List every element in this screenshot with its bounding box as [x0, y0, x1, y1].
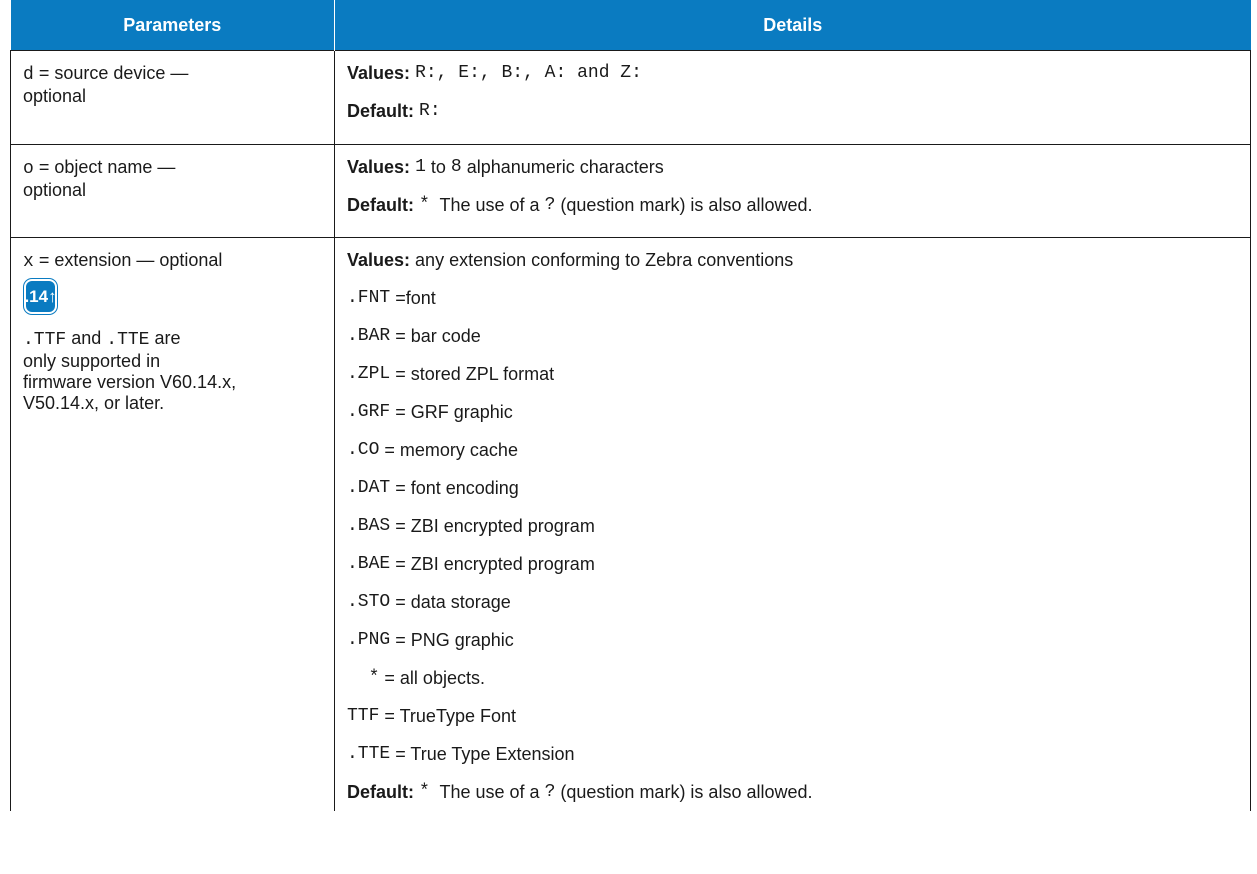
version-note: .TTF and .TTE are only supported in firm…	[23, 328, 324, 414]
extension-item: .BAE = ZBI encrypted program	[347, 545, 1240, 583]
extension-desc: = all objects.	[379, 667, 485, 688]
header-parameters: Parameters	[10, 0, 335, 51]
extension-code: .STO	[347, 591, 391, 612]
extension-item: .BAR = bar code	[347, 317, 1240, 355]
note-text-1: are	[149, 328, 181, 348]
values-line: Values: R:, E:, B:, A: and Z:	[347, 54, 1240, 92]
extension-desc: = True Type Extension	[390, 743, 575, 764]
default-text: The use of a	[429, 781, 545, 802]
values-label: Values:	[347, 249, 411, 270]
extension-desc: = bar code	[390, 325, 481, 346]
extension-item: .BAS = ZBI encrypted program	[347, 507, 1240, 545]
note-and: and	[66, 328, 107, 348]
extension-desc: = data storage	[390, 591, 511, 612]
param-code: o	[23, 159, 34, 179]
details-cell-x: Values: any extension conforming to Zebr…	[334, 237, 1251, 811]
param-code: x	[23, 252, 34, 272]
extension-item: * = all objects.	[347, 659, 1240, 697]
table-row: o = object name — optional Values: 1 to …	[10, 144, 1251, 238]
extension-item: .STO = data storage	[347, 583, 1240, 621]
extension-item: .PNG = PNG graphic	[347, 621, 1240, 659]
values-min: 1	[415, 156, 426, 177]
table-row: x = extension — optional .14↑ .TTF and .…	[10, 237, 1251, 811]
values-to: to	[425, 156, 451, 177]
extension-code: .GRF	[347, 401, 391, 422]
extension-code: .CO	[347, 439, 380, 460]
default-label: Default:	[347, 781, 414, 802]
note-code-ttf: .TTF	[23, 330, 67, 350]
values-text: any extension conforming to Zebra conven…	[410, 249, 794, 270]
default-text: The use of a	[429, 194, 545, 215]
values-desc: alphanumeric characters	[461, 156, 664, 177]
extension-desc: = TrueType Font	[379, 705, 516, 726]
extension-code: .BAE	[347, 553, 391, 574]
param-text: = source device —	[33, 63, 189, 83]
extension-code: .PNG	[347, 629, 391, 650]
extension-item: .DAT = font encoding	[347, 469, 1240, 507]
extension-code: TTF	[347, 705, 380, 726]
default-code: R:	[419, 100, 441, 121]
default-label: Default:	[347, 194, 414, 215]
header-details: Details	[334, 0, 1251, 51]
extension-desc: = stored ZPL format	[390, 363, 555, 384]
param-cell-x: x = extension — optional .14↑ .TTF and .…	[10, 237, 335, 811]
param-text: = object name —	[33, 157, 176, 177]
values-max: 8	[450, 156, 462, 177]
values-line: Values: 1 to 8 alphanumeric characters	[347, 148, 1240, 186]
default-label: Default:	[347, 100, 414, 121]
default-question: ?	[544, 194, 556, 215]
extension-desc: = font encoding	[390, 477, 519, 498]
extension-item: TTF = TrueType Font	[347, 697, 1240, 735]
extension-item: .FNT =font	[347, 279, 1240, 317]
note-code-tte: .TTE	[106, 330, 150, 350]
extension-desc: = PNG graphic	[390, 629, 514, 650]
extension-code: *	[347, 667, 380, 688]
values-line: Values: any extension conforming to Zebr…	[347, 241, 1240, 279]
extension-item: .ZPL = stored ZPL format	[347, 355, 1240, 393]
note-text-4: V50.14.x, or later.	[23, 393, 165, 413]
values-label: Values:	[347, 62, 411, 83]
table-header-row: Parameters Details	[10, 0, 1251, 51]
extension-code: .BAR	[347, 325, 391, 346]
param-cell-d: d = source device — optional	[10, 50, 335, 145]
param-cell-o: o = object name — optional	[10, 144, 335, 238]
extension-code: .TTE	[347, 743, 391, 764]
extension-code: .ZPL	[347, 363, 391, 384]
default-star: *	[419, 194, 430, 215]
extension-item: .GRF = GRF graphic	[347, 393, 1240, 431]
parameters-table: Parameters Details d = source device — o…	[10, 0, 1251, 811]
default-line: Default: * The use of a ? (question mark…	[347, 773, 1240, 811]
values-code: R:, E:, B:, A: and Z:	[415, 62, 642, 83]
default-star: *	[419, 781, 430, 802]
extension-item: .TTE = True Type Extension	[347, 735, 1240, 773]
param-text-2: optional	[23, 180, 87, 200]
extension-desc: = ZBI encrypted program	[390, 515, 595, 536]
extension-desc: = ZBI encrypted program	[390, 553, 595, 574]
default-line: Default: * The use of a ? (question mark…	[347, 186, 1240, 224]
param-text: = extension — optional	[33, 250, 223, 270]
details-cell-d: Values: R:, E:, B:, A: and Z: Default: R…	[334, 50, 1251, 145]
values-label: Values:	[347, 156, 411, 177]
extension-item: .CO = memory cache	[347, 431, 1240, 469]
details-cell-o: Values: 1 to 8 alphanumeric characters D…	[334, 144, 1251, 238]
default-text-2: (question mark) is also allowed.	[555, 194, 813, 215]
extension-desc: = GRF graphic	[390, 401, 513, 422]
table-row: d = source device — optional Values: R:,…	[10, 50, 1251, 145]
extension-desc: = memory cache	[379, 439, 518, 460]
default-question: ?	[544, 781, 556, 802]
extension-code: .DAT	[347, 477, 391, 498]
version-badge-icon: .14↑	[24, 281, 57, 312]
note-text-3: firmware version V60.14.x,	[23, 372, 237, 392]
extension-code: .FNT	[347, 287, 391, 308]
default-text-2: (question mark) is also allowed.	[555, 781, 813, 802]
extension-desc: =font	[390, 287, 436, 308]
param-text-2: optional	[23, 86, 87, 106]
note-text-2: only supported in	[23, 351, 161, 371]
default-line: Default: R:	[347, 92, 1240, 130]
param-code: d	[23, 65, 34, 85]
extension-code: .BAS	[347, 515, 391, 536]
